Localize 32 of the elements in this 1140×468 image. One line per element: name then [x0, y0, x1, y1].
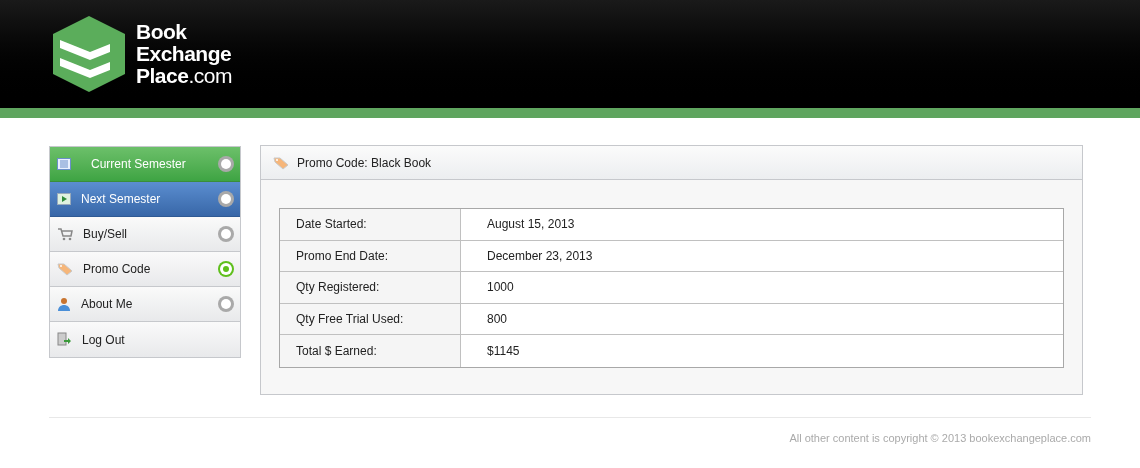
logo-icon — [50, 14, 128, 94]
logo-text: Place.com — [136, 65, 232, 87]
cart-icon — [57, 227, 73, 241]
radio-button[interactable] — [218, 191, 234, 207]
table-cell: Qty Free Trial Used: — [280, 303, 461, 334]
table-cell: Total $ Earned: — [280, 335, 461, 367]
table-cell: Date Started: — [280, 209, 461, 240]
table-cell-text: 800 — [486, 310, 509, 328]
copyright-text: All other content is copyright © 2013 bookexchangeplace.com — [789, 431, 1091, 446]
logo-text: Book — [136, 21, 188, 43]
radio-button[interactable] — [218, 156, 234, 172]
radio-button[interactable] — [218, 261, 234, 277]
table-cell: Qty Registered: — [280, 272, 461, 303]
radio-button[interactable] — [218, 296, 234, 312]
panel-title: Promo Code: Black Book — [297, 154, 432, 172]
logo-text: Exchange — [136, 43, 232, 65]
list-icon — [57, 158, 71, 170]
person-icon — [57, 297, 71, 311]
sidebar-item[interactable]: Buy/Sell — [50, 217, 240, 252]
sidebar-item[interactable]: About Me — [50, 287, 240, 322]
table-cell-text: August 15, 2013 — [486, 216, 576, 234]
table-cell: Promo End Date: — [280, 240, 461, 271]
tag-icon — [57, 262, 73, 276]
sidebar-item[interactable]: Promo Code — [50, 252, 240, 287]
sidebar-item[interactable]: Next Semester — [50, 182, 240, 217]
sidebar-item[interactable]: Log Out — [50, 322, 240, 357]
tag-icon — [273, 155, 289, 170]
radio-button[interactable] — [218, 226, 234, 242]
table-cell-text: $1145 — [486, 342, 521, 360]
table-cell-text: December 23, 2013 — [486, 247, 594, 265]
exit-icon — [57, 332, 72, 347]
table-cell-text: 1000 — [486, 279, 515, 297]
